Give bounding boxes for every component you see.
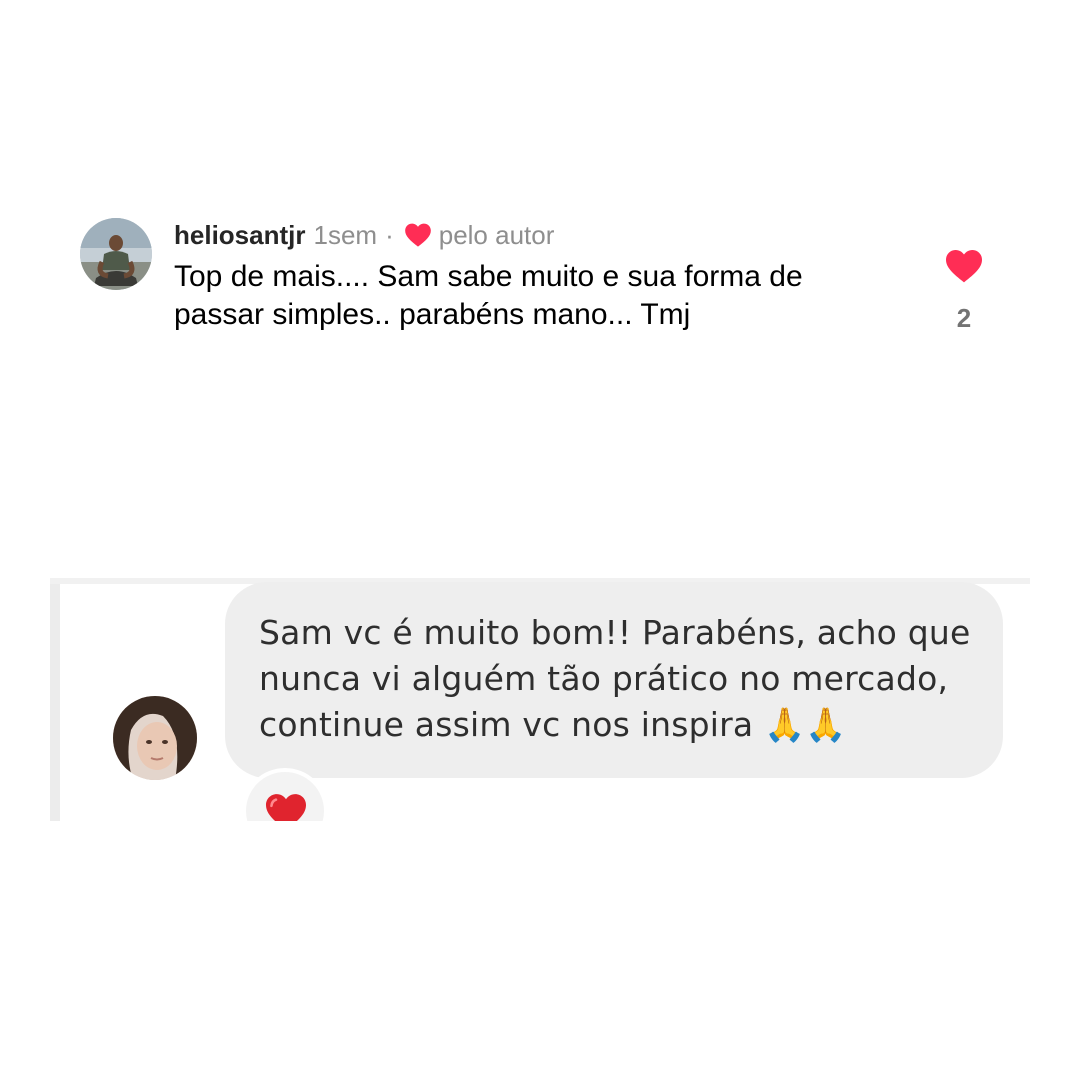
comment-meta: heliosantjr 1sem · pelo autor <box>174 218 554 252</box>
comment-time: 1sem <box>313 220 378 250</box>
heart-icon <box>266 794 306 821</box>
comment-text: Top de mais.... Sam sabe muito e sua for… <box>174 260 803 331</box>
comment-row: heliosantjr 1sem · pelo autor Top de mai… <box>0 0 1080 360</box>
liked-by-author-label: pelo autor <box>438 220 555 250</box>
comment-bubble: Sam vc é muito bom!! Parabéns, acho que … <box>225 582 1003 778</box>
avatar-photo <box>113 696 197 780</box>
pray-emoji: 🙏🙏 <box>764 705 847 744</box>
avatar <box>113 696 197 780</box>
reply-text: Sam vc é muito bom!! Parabéns, acho que … <box>259 610 979 748</box>
like-button[interactable] <box>944 248 984 284</box>
heart-icon <box>946 249 982 283</box>
username[interactable]: heliosantjr <box>174 218 305 252</box>
crop-edge <box>50 578 60 821</box>
reply-screenshot: Sam vc é muito bom!! Parabéns, acho que … <box>50 578 1030 821</box>
like-count[interactable]: 2 <box>944 303 984 334</box>
avatar-photo <box>80 218 152 290</box>
separator: · <box>385 220 394 250</box>
reply-text-body: Sam vc é muito bom!! Parabéns, acho que … <box>259 613 971 744</box>
heart-icon <box>404 222 432 248</box>
avatar[interactable] <box>80 218 152 290</box>
